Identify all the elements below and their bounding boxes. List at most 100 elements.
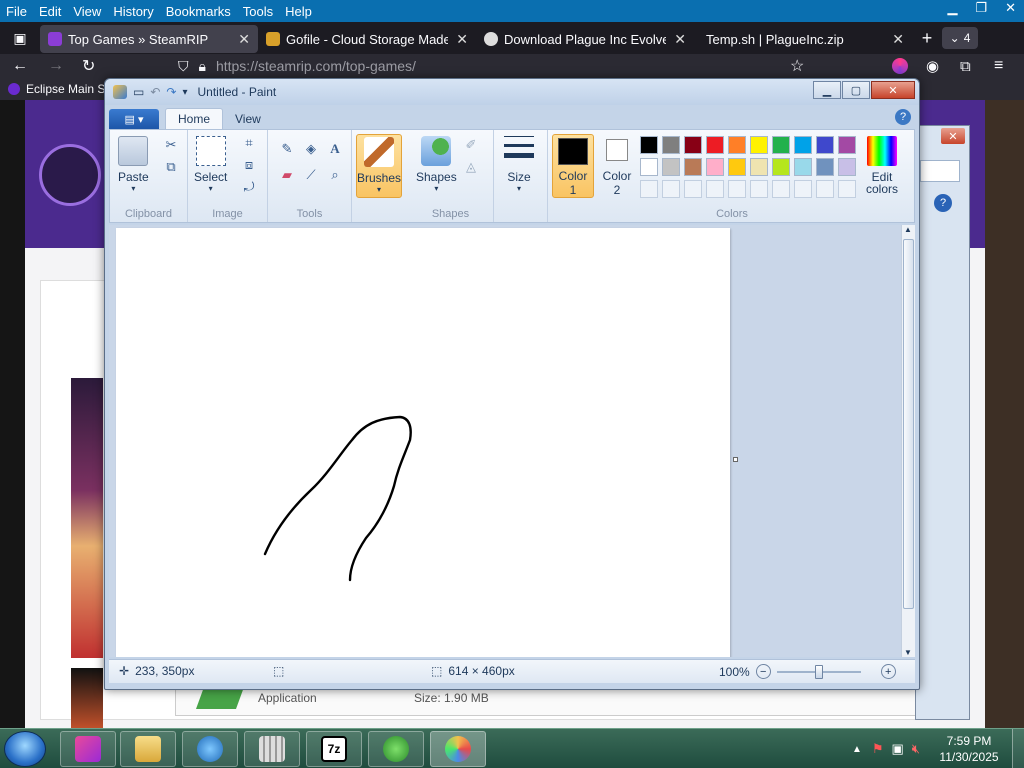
search-input[interactable] (920, 160, 960, 182)
customize-toolbar-icon[interactable]: ▾ (182, 87, 187, 98)
game-cover[interactable] (71, 378, 103, 658)
tab-close-icon[interactable]: ✕ (674, 31, 686, 48)
paint-app-icon[interactable] (113, 85, 127, 99)
outline-icon[interactable]: ✐ (462, 136, 480, 154)
volume-muted-icon[interactable]: 🔇︎ (912, 741, 920, 757)
custom-color-slot[interactable] (816, 180, 834, 198)
eraser-icon[interactable]: ▰ (278, 166, 296, 184)
account-icon[interactable]: ◉ (926, 57, 939, 75)
cut-icon[interactable]: ✂ (162, 136, 180, 154)
canvas-resize-handle[interactable] (733, 457, 738, 462)
custom-color-slot[interactable] (640, 180, 658, 198)
pencil-icon[interactable]: ✎ (278, 140, 296, 158)
tab-overview-icon[interactable]: ▣ (0, 24, 40, 52)
palette-swatch[interactable] (640, 136, 658, 154)
custom-color-slot[interactable] (706, 180, 724, 198)
extensions-puzzle-icon[interactable]: ⧉ (960, 58, 971, 75)
drawing-canvas[interactable] (116, 228, 730, 657)
palette-swatch[interactable] (662, 136, 680, 154)
minimize-icon[interactable]: ▁ (947, 0, 957, 16)
palette-swatch[interactable] (684, 136, 702, 154)
tab-home[interactable]: Home (165, 108, 224, 129)
vertical-scrollbar[interactable]: ▲ ▼ (901, 225, 915, 657)
zoom-slider[interactable] (776, 664, 861, 679)
custom-color-slot[interactable] (684, 180, 702, 198)
redo-icon[interactable]: ↷ (166, 85, 176, 99)
start-button[interactable] (4, 731, 46, 767)
zoom-in-icon[interactable]: + (880, 664, 896, 679)
resize-icon[interactable]: ⧈ (240, 156, 258, 174)
rotate-icon[interactable]: ⤾ (240, 178, 258, 196)
palette-swatch[interactable] (816, 136, 834, 154)
undo-icon[interactable]: ↶ (150, 85, 160, 99)
palette-swatch[interactable] (662, 158, 680, 176)
tab-close-icon[interactable]: ✕ (892, 31, 904, 48)
palette-swatch[interactable] (750, 158, 768, 176)
palette-swatch[interactable] (816, 158, 834, 176)
taskbar-7zip[interactable]: 7z (306, 731, 362, 767)
size-button[interactable]: Size ▾ (504, 136, 534, 193)
url-bar[interactable]: ⛉ 🔒︎ https://steamrip.com/top-games/ (178, 54, 818, 78)
help-icon[interactable]: ? (895, 109, 911, 125)
menu-edit[interactable]: Edit (33, 4, 67, 19)
close-icon[interactable]: ✕ (941, 128, 965, 144)
palette-swatch[interactable] (640, 158, 658, 176)
scroll-up-icon[interactable]: ▲ (904, 225, 912, 234)
new-tab-button[interactable]: + (912, 28, 942, 49)
custom-color-slot[interactable] (662, 180, 680, 198)
tab-close-icon[interactable]: ✕ (456, 31, 468, 48)
color-picker-icon[interactable]: ⟋ (302, 166, 320, 184)
bookmark-star-icon[interactable]: ☆ (790, 56, 804, 76)
custom-color-slot[interactable] (794, 180, 812, 198)
zoom-out-icon[interactable]: − (755, 664, 771, 679)
tab-temp-sh[interactable]: Temp.sh | PlagueInc.zip ✕ (694, 25, 912, 53)
shape-fill-icon[interactable]: ◬ (462, 158, 480, 176)
palette-swatch[interactable] (728, 158, 746, 176)
taskbar-app-grid[interactable] (244, 731, 300, 767)
menu-bookmarks[interactable]: Bookmarks (160, 4, 237, 19)
close-icon[interactable]: ✕ (1005, 0, 1016, 16)
brushes-button[interactable]: Brushes ▾ (356, 134, 402, 198)
palette-swatch[interactable] (684, 158, 702, 176)
edit-colors-button[interactable]: Edit colors (866, 136, 898, 196)
select-button[interactable]: Select ▾ (194, 136, 227, 193)
palette-swatch[interactable] (728, 136, 746, 154)
minimize-icon[interactable]: ▁ (813, 81, 841, 99)
palette-swatch[interactable] (750, 136, 768, 154)
palette-swatch[interactable] (706, 158, 724, 176)
maximize-icon[interactable]: ▢ (842, 81, 870, 99)
restore-icon[interactable]: ❐ (975, 0, 987, 16)
scrollbar-thumb[interactable] (903, 239, 914, 609)
show-desktop-button[interactable] (1012, 729, 1024, 768)
hamburger-menu-icon[interactable]: ≡ (994, 57, 1003, 75)
magnifier-icon[interactable]: ⌕ (326, 166, 344, 184)
text-icon[interactable]: A (326, 140, 344, 158)
show-hidden-icons-icon[interactable]: ▲ (852, 744, 862, 755)
paste-button[interactable]: Paste ▾ (118, 136, 149, 193)
taskbar-paint[interactable] (430, 731, 486, 767)
custom-color-slot[interactable] (772, 180, 790, 198)
palette-swatch[interactable] (794, 158, 812, 176)
color2-button[interactable]: Color 2 (598, 137, 636, 197)
tab-list-button[interactable]: ⌄ 4 (942, 27, 978, 49)
close-icon[interactable]: ✕ (871, 81, 915, 99)
zoom-slider-thumb[interactable] (814, 664, 823, 679)
shield-icon[interactable]: ⛉ (178, 58, 189, 75)
palette-swatch[interactable] (772, 136, 790, 154)
menu-help[interactable]: Help (279, 4, 318, 19)
custom-color-slot[interactable] (728, 180, 746, 198)
save-icon[interactable]: ▭ (133, 85, 144, 99)
palette-swatch[interactable] (706, 136, 724, 154)
crop-icon[interactable]: ⌗ (240, 134, 258, 152)
bookmark-item[interactable]: Eclipse Main S (26, 82, 105, 96)
menu-history[interactable]: History (107, 4, 159, 19)
taskbar-explorer[interactable] (120, 731, 176, 767)
copy-icon[interactable]: ⧉ (162, 158, 180, 176)
forward-icon[interactable]: → (48, 57, 64, 75)
palette-swatch[interactable] (772, 158, 790, 176)
shapes-button[interactable]: Shapes ▾ (416, 136, 457, 193)
flag-icon[interactable]: ⚑ (872, 741, 884, 757)
menu-file[interactable]: File (0, 4, 33, 19)
tab-gofile[interactable]: Gofile - Cloud Storage Made Si ✕ (258, 25, 476, 53)
fill-icon[interactable]: ◈ (302, 140, 320, 158)
